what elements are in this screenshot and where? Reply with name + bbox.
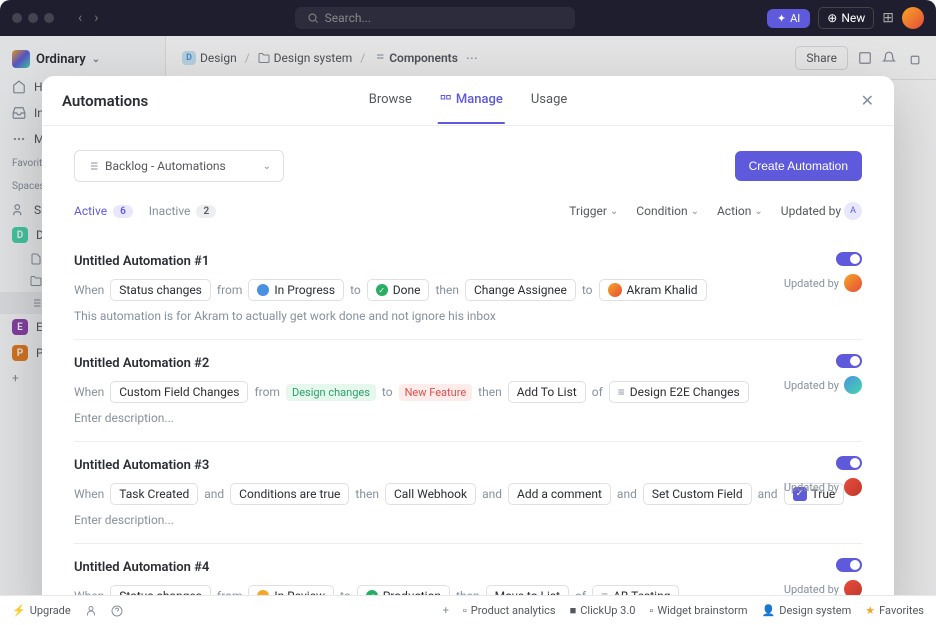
rule-chip[interactable]: Add To List bbox=[508, 381, 586, 403]
rule-connector: When bbox=[74, 487, 104, 501]
filter-trigger[interactable]: Trigger⌄ bbox=[569, 204, 618, 218]
automation-description[interactable]: Enter description... bbox=[74, 513, 862, 527]
close-button[interactable]: ✕ bbox=[861, 91, 874, 110]
automation-row[interactable]: Untitled Automation #3 When Task Created an… bbox=[74, 442, 862, 544]
back-button[interactable]: ‹ bbox=[74, 8, 86, 28]
bottom-item[interactable]: ▫ Product analytics bbox=[463, 604, 556, 617]
rule-connector: to bbox=[350, 283, 361, 297]
rule-chip[interactable]: Change Assignee bbox=[465, 279, 576, 301]
search-icon bbox=[307, 12, 319, 24]
rule-connector: of bbox=[592, 385, 603, 399]
apps-icon[interactable]: ⊞ bbox=[882, 10, 894, 26]
tab-browse[interactable]: Browse bbox=[367, 77, 414, 124]
new-button[interactable]: ⊕ New bbox=[818, 7, 874, 29]
rule-chip[interactable]: ≡Design E2E Changes bbox=[609, 381, 749, 403]
automation-row[interactable]: Untitled Automation #2 When Custom Field C… bbox=[74, 340, 862, 442]
filter-condition[interactable]: Condition⌄ bbox=[636, 204, 699, 218]
rule-connector: then bbox=[435, 283, 459, 297]
automation-title: Untitled Automation #3 bbox=[74, 458, 862, 473]
rule-connector: When bbox=[74, 283, 104, 297]
forward-button[interactable]: › bbox=[90, 8, 102, 28]
automation-rule: When Custom Field Changes from Design chang… bbox=[74, 381, 862, 403]
list-icon: ≡ bbox=[618, 385, 625, 399]
rule-chip[interactable]: Akram Khalid bbox=[599, 279, 707, 301]
search-input[interactable]: Search... bbox=[295, 7, 575, 29]
rule-chip[interactable]: Add a comment bbox=[508, 483, 611, 505]
status-icon: ✓ bbox=[376, 284, 388, 296]
updated-by: Updated by bbox=[784, 478, 862, 496]
automation-rule: When Status changes from In Progress to ✓Done… bbox=[74, 279, 862, 301]
updated-by: Updated by bbox=[784, 274, 862, 292]
updater-avatar bbox=[844, 274, 862, 292]
automation-description[interactable]: Enter description... bbox=[74, 411, 862, 425]
ai-button[interactable]: ✦ AI bbox=[767, 9, 810, 28]
automation-toggle[interactable] bbox=[836, 558, 862, 572]
automations-modal: Automations Browse Manage Usage ✕ Backlo… bbox=[42, 76, 894, 621]
filter-active[interactable]: Active6 bbox=[74, 204, 133, 218]
window-controls[interactable] bbox=[12, 13, 54, 23]
bottom-item[interactable]: 👤 Design system bbox=[762, 604, 852, 617]
automation-title: Untitled Automation #4 bbox=[74, 560, 862, 575]
add-icon[interactable]: + bbox=[443, 604, 449, 617]
rule-chip[interactable]: Status changes bbox=[110, 279, 211, 301]
rule-chip[interactable]: Set Custom Field bbox=[643, 483, 752, 505]
automation-toggle[interactable] bbox=[836, 456, 862, 470]
user-icon[interactable] bbox=[85, 605, 97, 617]
tab-usage[interactable]: Usage bbox=[529, 77, 569, 124]
assignee-avatar bbox=[608, 283, 622, 297]
rule-chip[interactable]: ✓Done bbox=[367, 279, 430, 301]
automation-title: Untitled Automation #1 bbox=[74, 254, 862, 269]
rule-connector: and bbox=[482, 487, 502, 501]
updater-avatar bbox=[844, 376, 862, 394]
rule-chip[interactable]: Conditions are true bbox=[230, 483, 349, 505]
chevron-down-icon: ⌄ bbox=[263, 161, 271, 172]
filter-inactive[interactable]: Inactive2 bbox=[149, 204, 216, 218]
rule-connector: and bbox=[758, 487, 778, 501]
updater-avatar bbox=[844, 478, 862, 496]
rule-connector: to bbox=[582, 283, 593, 297]
automation-rule: When Task Created and Conditions are true th… bbox=[74, 483, 862, 505]
bottom-item[interactable]: ■ ClickUp 3.0 bbox=[570, 604, 636, 617]
user-avatar[interactable] bbox=[902, 7, 924, 29]
rule-chip[interactable]: Task Created bbox=[110, 483, 198, 505]
rule-connector: and bbox=[204, 487, 224, 501]
rule-connector: from bbox=[217, 283, 243, 297]
list-selector[interactable]: Backlog - Automations ⌄ bbox=[74, 150, 284, 182]
rule-connector: then bbox=[355, 487, 379, 501]
rule-chip[interactable]: Call Webhook bbox=[385, 483, 476, 505]
tab-manage[interactable]: Manage bbox=[438, 77, 505, 124]
automation-description[interactable]: This automation is for Akram to actually… bbox=[74, 309, 862, 323]
rule-chip[interactable]: In Progress bbox=[248, 279, 344, 301]
titlebar: ‹ › Search... ✦ AI ⊕ New ⊞ bbox=[0, 0, 936, 36]
bottom-item[interactable]: ★ Favorites bbox=[865, 604, 924, 617]
rule-connector: from bbox=[254, 385, 280, 399]
updated-by: Updated by bbox=[784, 376, 862, 394]
automation-title: Untitled Automation #2 bbox=[74, 356, 862, 371]
modal-title: Automations bbox=[62, 92, 148, 110]
create-automation-button[interactable]: Create Automation bbox=[735, 151, 862, 181]
rule-connector: and bbox=[617, 487, 637, 501]
nav-arrows: ‹ › bbox=[74, 8, 102, 28]
manage-icon bbox=[440, 94, 452, 106]
rule-tag[interactable]: Design changes bbox=[286, 384, 376, 401]
help-icon[interactable] bbox=[111, 605, 123, 617]
rule-connector: When bbox=[74, 385, 104, 399]
modal-header: Automations Browse Manage Usage ✕ bbox=[42, 76, 894, 126]
rule-connector: then bbox=[478, 385, 502, 399]
rule-chip[interactable]: Custom Field Changes bbox=[110, 381, 248, 403]
bottom-item[interactable]: ▫ Widget brainstorm bbox=[649, 604, 747, 617]
status-icon bbox=[257, 284, 269, 296]
automation-row[interactable]: Untitled Automation #1 When Status changes… bbox=[74, 238, 862, 340]
upgrade-button[interactable]: ⚡Upgrade bbox=[12, 604, 71, 617]
filter-action[interactable]: Action⌄ bbox=[717, 204, 763, 218]
filter-updated-by[interactable]: Updated byA bbox=[781, 202, 862, 220]
list-icon bbox=[87, 160, 99, 172]
rule-tag[interactable]: New Feature bbox=[399, 384, 473, 401]
automation-toggle[interactable] bbox=[836, 252, 862, 266]
automation-toggle[interactable] bbox=[836, 354, 862, 368]
modal-overlay: Automations Browse Manage Usage ✕ Backlo… bbox=[0, 36, 936, 625]
bottombar: ⚡Upgrade + ▫ Product analytics ■ ClickUp… bbox=[0, 595, 936, 625]
rule-connector: to bbox=[382, 385, 393, 399]
